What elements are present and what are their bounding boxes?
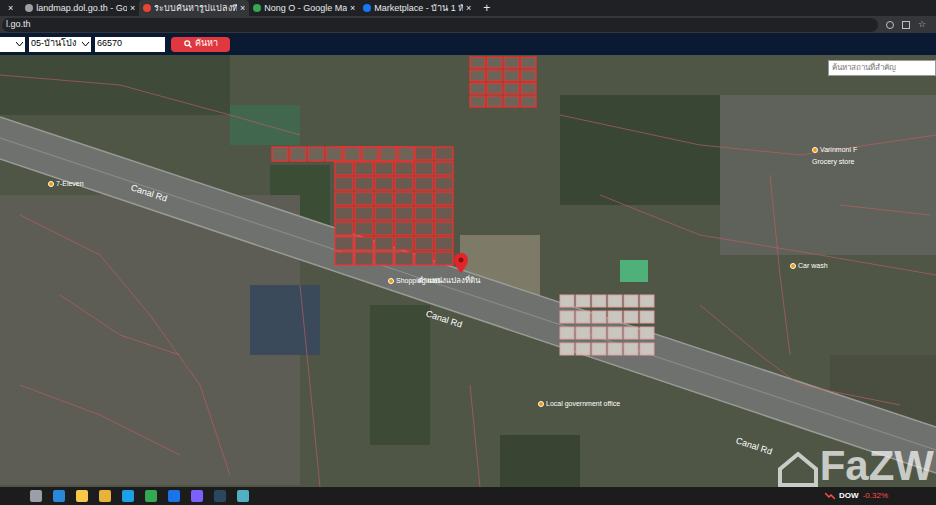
taskbar-app-icon[interactable] [168,490,180,502]
stock-widget[interactable]: DOW-0.32% [825,492,906,500]
taskbar-app-icon[interactable] [122,490,134,502]
place-pin-icon [388,278,394,284]
taskbar-app-icon[interactable] [145,490,157,502]
parcel-search-bar: 05-บ้านโป่ง 66570 ค้นหา [0,33,936,55]
tab-close-button[interactable]: × [130,4,135,13]
chevron-down-icon [16,42,23,47]
tab-title: Nong O - Google Maps [264,4,347,13]
toolbar-icons: ☆ [878,20,934,29]
taskbar-apps [30,490,249,502]
house-logo-icon [778,451,818,487]
taskbar-app-icon[interactable] [214,490,226,502]
favicon-icon [143,4,151,12]
stock-down-icon [825,492,835,500]
taskbar-app-icon[interactable] [191,490,203,502]
chevron-down-icon [82,42,89,47]
address-bar: l.go.th ☆ [0,16,936,33]
place-label[interactable]: Grocery store [812,157,854,168]
favicon-icon [25,4,33,12]
browser-tab[interactable]: Nong O - Google Maps× [249,0,359,16]
taskbar-app-icon[interactable] [237,490,249,502]
search-button[interactable]: ค้นหา [171,37,230,52]
location-icon[interactable] [886,21,894,29]
place-pin-icon [48,181,54,187]
browser-tab[interactable]: landmap.dol.go.th - Google Sea× [21,0,139,16]
url-field[interactable]: l.go.th [2,18,878,32]
read-aloud-icon[interactable] [902,21,910,29]
place-pin-icon [790,263,796,269]
province-select[interactable] [0,37,25,52]
parcel-marker-icon[interactable] [454,253,468,273]
postcode-input[interactable]: 66570 [95,37,165,52]
taskbar-app-icon[interactable] [53,490,65,502]
browser-tab[interactable]: Marketplace - บ้าน 1 ห้องนอน 1 ห้× [359,0,475,16]
satellite-map-drawing [0,55,936,487]
tab-title: ระบบค้นหารูปแปลงที่ดิน (LandsMaps [154,4,237,13]
place-label[interactable]: Local government office [538,399,620,410]
taskbar: DOW-0.32% [0,487,936,505]
district-select[interactable]: 05-บ้านโป่ง [29,37,91,52]
taskbar-app-icon[interactable] [76,490,88,502]
taskbar-app-icon[interactable] [30,490,42,502]
tab-close-button[interactable]: × [350,4,355,13]
screen: ×landmap.dol.go.th - Google Sea×ระบบค้นห… [0,0,936,505]
map[interactable]: ค้นหาสถานที่สำคัญCanal RdCanal RdCanal R… [0,55,936,487]
favicon-icon [363,4,371,12]
taskbar-app-icon[interactable] [99,490,111,502]
place-label[interactable]: Car wash [790,261,828,272]
bookmark-star-icon[interactable]: ☆ [918,20,926,29]
favicon-icon [253,4,261,12]
tab-title: landmap.dol.go.th - Google Sea [36,4,127,13]
new-tab-button[interactable]: + [475,2,498,14]
search-icon [184,40,192,48]
landmark-search-input[interactable]: ค้นหาสถานที่สำคัญ [828,60,936,76]
place-label[interactable]: 7-Eleven [48,179,84,190]
parcel-marker-label: ตำแหน่งแปลงที่ดิน [418,275,480,287]
browser-tab[interactable]: ระบบค้นหารูปแปลงที่ดิน (LandsMaps× [139,0,249,16]
tab-close-button[interactable]: × [0,4,21,13]
tab-close-button[interactable]: × [240,4,245,13]
tab-title: Marketplace - บ้าน 1 ห้องนอน 1 ห้ [374,4,463,13]
tab-close-button[interactable]: × [466,4,471,13]
place-label[interactable]: Varinmoni F [812,145,857,156]
watermark: FaZW [778,445,934,487]
place-pin-icon [812,147,818,153]
place-pin-icon [538,401,544,407]
tab-strip: ×landmap.dol.go.th - Google Sea×ระบบค้นห… [0,0,936,16]
